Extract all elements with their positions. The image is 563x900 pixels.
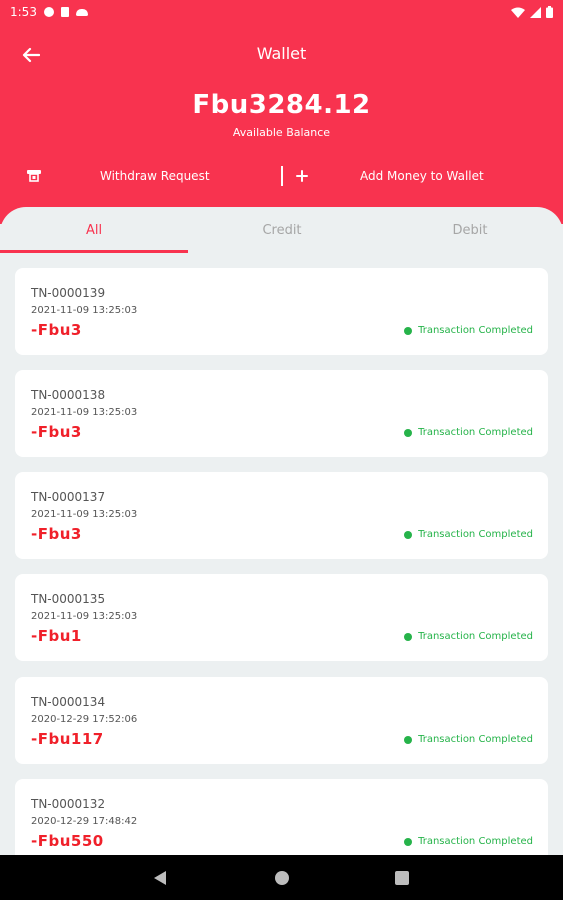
add-money-label: Add Money to Wallet [360, 169, 484, 183]
transaction-date: 2020-12-29 17:52:06 [31, 714, 138, 725]
active-tab-indicator [0, 250, 188, 253]
back-triangle-icon [154, 871, 166, 885]
transaction-status-text: Transaction Completed [418, 427, 533, 438]
transaction-amount: -Fbu3 [31, 321, 82, 339]
transaction-status: Transaction Completed [404, 836, 533, 847]
nav-recents-button[interactable] [390, 866, 414, 890]
recents-square-icon [395, 871, 409, 885]
transaction-status: Transaction Completed [404, 631, 533, 642]
withdraw-icon [26, 168, 42, 184]
status-bar-right [511, 6, 553, 18]
transaction-id: TN-0000135 [31, 592, 106, 606]
transaction-card[interactable]: TN-0000137 2021-11-09 13:25:03 -Fbu3 Tra… [15, 472, 548, 559]
home-circle-icon [275, 871, 289, 885]
tab-credit[interactable]: Credit [188, 207, 376, 253]
tab-debit[interactable]: Debit [376, 207, 563, 253]
status-time: 1:53 [10, 5, 37, 19]
plus-icon [294, 168, 310, 184]
p-circle-icon [43, 7, 54, 17]
status-bar: 1:53 [0, 0, 563, 24]
transaction-id: TN-0000139 [31, 286, 106, 300]
transaction-amount: -Fbu550 [31, 832, 104, 850]
transaction-card[interactable]: TN-0000135 2021-11-09 13:25:03 -Fbu1 Tra… [15, 574, 548, 661]
transaction-date: 2021-11-09 13:25:03 [31, 611, 138, 622]
transaction-card[interactable]: TN-0000132 2020-12-29 17:48:42 -Fbu550 T… [15, 779, 548, 855]
add-money-button[interactable]: Add Money to Wallet [294, 164, 554, 188]
balance-amount: Fbu3284.12 [192, 90, 371, 120]
transaction-status: Transaction Completed [404, 734, 533, 745]
status-bar-left: 1:53 [10, 5, 88, 19]
status-dot-icon [404, 837, 413, 846]
transaction-status: Transaction Completed [404, 529, 533, 540]
nav-back-button[interactable] [148, 866, 172, 890]
transaction-date: 2020-12-29 17:48:42 [31, 816, 138, 827]
status-dot-icon [404, 632, 413, 641]
sim-card-icon [60, 7, 69, 17]
transaction-date: 2021-11-09 13:25:03 [31, 305, 138, 316]
withdraw-request-label: Withdraw Request [100, 169, 210, 183]
actions-divider [281, 166, 283, 186]
transaction-date: 2021-11-09 13:25:03 [31, 509, 138, 520]
filter-tabs: All Credit Debit [0, 207, 563, 253]
transaction-amount: -Fbu1 [31, 627, 82, 645]
withdraw-request-button[interactable]: Withdraw Request [26, 164, 276, 188]
status-dot-icon [404, 326, 413, 335]
transaction-id: TN-0000134 [31, 695, 106, 709]
tab-all[interactable]: All [0, 207, 188, 253]
transaction-amount: -Fbu3 [31, 525, 82, 543]
transaction-status: Transaction Completed [404, 427, 533, 438]
transaction-id: TN-0000138 [31, 388, 106, 402]
status-dot-icon [404, 530, 413, 539]
page-title: Wallet [256, 44, 307, 63]
system-nav-bar [0, 855, 563, 900]
transaction-card[interactable]: TN-0000134 2020-12-29 17:52:06 -Fbu117 T… [15, 677, 548, 764]
status-dot-icon [404, 428, 413, 437]
nav-home-button[interactable] [270, 866, 294, 890]
transaction-status-text: Transaction Completed [418, 325, 533, 336]
transaction-amount: -Fbu117 [31, 730, 104, 748]
balance-label: Available Balance [232, 126, 331, 139]
battery-icon [546, 6, 553, 18]
transaction-date: 2021-11-09 13:25:03 [31, 407, 138, 418]
transaction-status-text: Transaction Completed [418, 836, 533, 847]
wallet-actions: Withdraw Request Add Money to Wallet [0, 164, 563, 188]
transactions-panel: All Credit Debit TN-0000139 2021-11-09 1… [0, 207, 563, 855]
transaction-status-text: Transaction Completed [418, 734, 533, 745]
transaction-id: TN-0000132 [31, 797, 106, 811]
transaction-status-text: Transaction Completed [418, 631, 533, 642]
transaction-card[interactable]: TN-0000139 2021-11-09 13:25:03 -Fbu3 Tra… [15, 268, 548, 355]
transaction-status-text: Transaction Completed [418, 529, 533, 540]
wallet-header: Wallet Fbu3284.12 Available Balance With… [0, 24, 563, 224]
signal-icon [530, 6, 541, 18]
cloud-icon [75, 8, 88, 16]
transaction-status: Transaction Completed [404, 325, 533, 336]
transaction-id: TN-0000137 [31, 490, 106, 504]
status-dot-icon [404, 735, 413, 744]
transaction-amount: -Fbu3 [31, 423, 82, 441]
wifi-icon [511, 7, 525, 18]
transaction-card[interactable]: TN-0000138 2021-11-09 13:25:03 -Fbu3 Tra… [15, 370, 548, 457]
